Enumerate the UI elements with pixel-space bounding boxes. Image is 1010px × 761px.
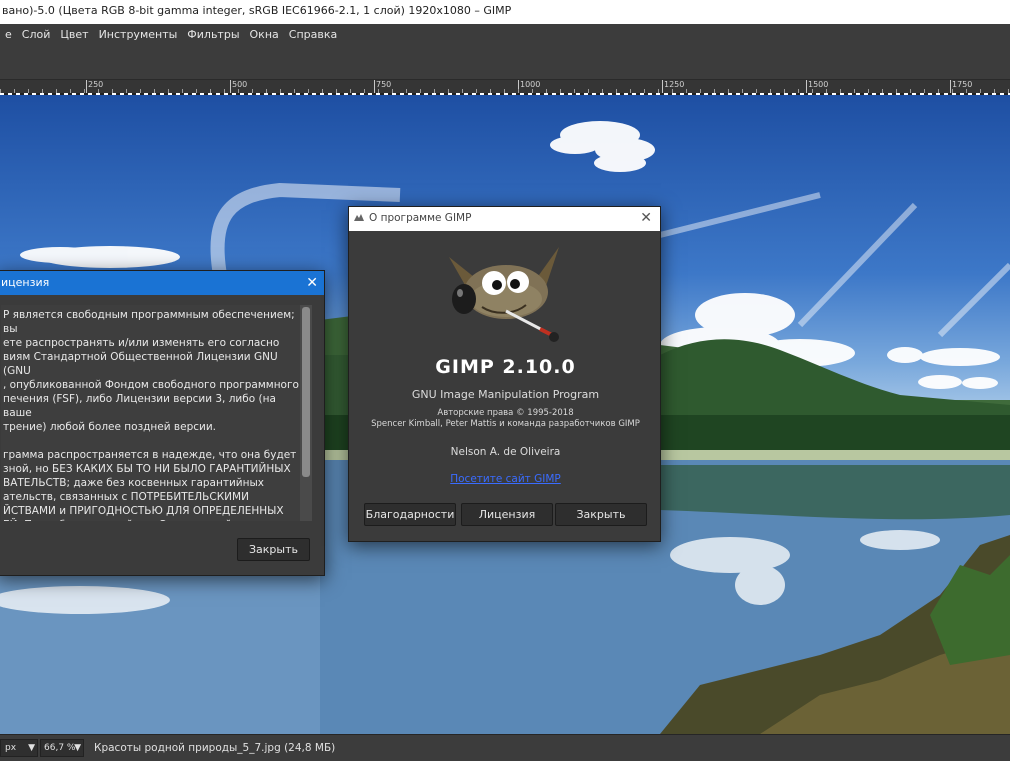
menu-item-layer[interactable]: Слой (17, 28, 56, 41)
chevron-down-icon: ▼ (74, 743, 81, 753)
zoom-select[interactable]: 66,7 % ▼ (40, 739, 84, 757)
file-info: Красоты родной природы_5_7.jpg (24,8 МБ) (94, 742, 336, 754)
tool-options-bar (0, 45, 1010, 80)
website-link[interactable]: Посетите сайт GIMP (349, 473, 662, 485)
menu-item-tools[interactable]: Инструменты (94, 28, 183, 41)
menu-item-colors[interactable]: Цвет (55, 28, 93, 41)
about-dialog-title: О программе GIMP (369, 212, 472, 224)
menubar: е Слой Цвет Инструменты Фильтры Окна Спр… (0, 24, 1010, 45)
close-button[interactable]: Закрыть (555, 503, 647, 526)
license-text: Р является свободным программным обеспеч… (1, 305, 301, 521)
zoom-value: 66,7 % (44, 743, 76, 753)
statusbar: px ▼ 66,7 % ▼ Красоты родной природы_5_7… (0, 734, 1010, 761)
close-icon[interactable]: ✕ (640, 207, 652, 230)
menu-item-windows[interactable]: Окна (245, 28, 284, 41)
license-button[interactable]: Лицензия (461, 503, 553, 526)
unit-value: px (5, 743, 17, 753)
scrollbar-thumb[interactable] (302, 307, 310, 477)
copyright-line1: Авторские права © 1995-2018 (437, 408, 574, 418)
ruler-label: 1000 (518, 80, 540, 93)
license-dialog-title: ицензия (1, 276, 50, 289)
chevron-down-icon: ▼ (28, 743, 35, 753)
window-title: вано)-5.0 (Цвета RGB 8-bit gamma integer… (0, 0, 1010, 24)
ruler-label: 1750 (950, 80, 972, 93)
license-close-button[interactable]: Закрыть (237, 538, 310, 561)
ruler-label: 750 (374, 80, 391, 93)
license-dialog-titlebar[interactable]: ицензия ✕ (0, 271, 324, 295)
ruler-label: 1250 (662, 80, 684, 93)
unit-select[interactable]: px ▼ (0, 739, 38, 757)
credits-button[interactable]: Благодарности (364, 503, 456, 526)
close-icon[interactable]: ✕ (306, 271, 318, 295)
credit-name: Nelson A. de Oliveira (450, 446, 561, 458)
menu-item-filters[interactable]: Фильтры (182, 28, 244, 41)
gimp-wilber-icon (354, 214, 364, 221)
horizontal-ruler[interactable]: 250 500 750 1000 1250 1500 1750 (0, 80, 1010, 94)
gimp-logo-icon (449, 247, 559, 342)
license-scrollbar[interactable] (300, 305, 312, 521)
about-dialog: О программе GIMP ✕ GIMP 2.10.0 GNU Image… (348, 206, 661, 542)
copyright-line2: Spencer Kimball, Peter Mattis и команда … (371, 419, 640, 429)
ruler-label: 1500 (806, 80, 828, 93)
ruler-label: 250 (86, 80, 103, 93)
program-name: GNU Image Manipulation Program (411, 388, 600, 401)
gimp-version: GIMP 2.10.0 (435, 356, 576, 378)
menu-item-help[interactable]: Справка (284, 28, 342, 41)
menu-item-edit[interactable]: е (0, 28, 17, 41)
copyright: Авторские права © 1995-2018 Spencer Kimb… (349, 408, 662, 430)
license-dialog: ицензия ✕ Р является свободным программн… (0, 270, 325, 576)
about-dialog-titlebar[interactable]: О программе GIMP ✕ (349, 207, 660, 231)
